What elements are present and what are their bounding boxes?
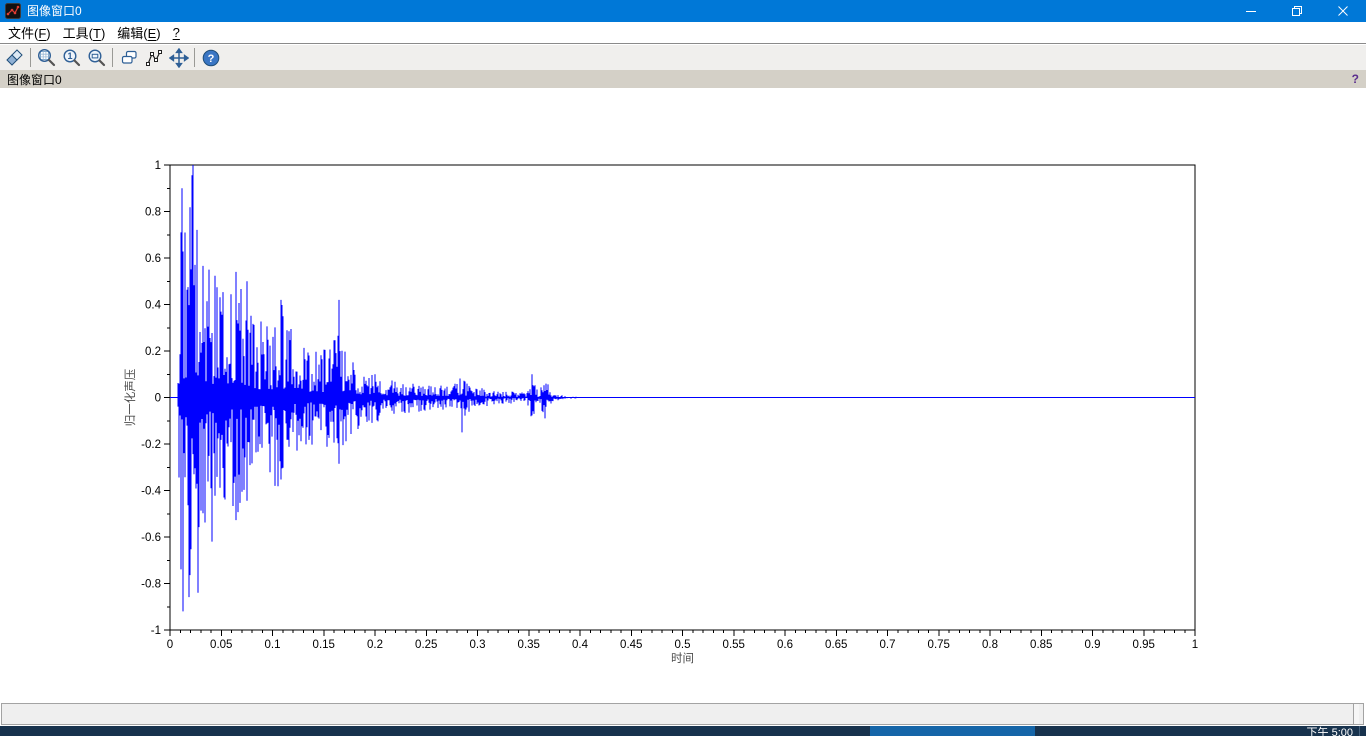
menu-item-tools[interactable]: 工具(T) [57,21,112,44]
taskbar-active-app-button[interactable] [870,726,1035,736]
x-tick-label: 0.5 [675,639,691,651]
svg-text:1: 1 [67,51,72,61]
x-tick-label: 0.2 [367,639,383,651]
menu-item-file[interactable]: 文件(F) [2,21,57,44]
menu-item-edit[interactable]: 编辑(E) [111,21,166,44]
title-bar: 图像窗口0 [0,0,1366,22]
copy-button[interactable] [116,46,141,69]
info-bar-label: 图像窗口0 [7,72,62,87]
waveform-plot[interactable]: 0 0.05 0.1 0.15 0.2 0.25 0.3 0.35 0.4 0.45 0.5 0.55… [0,88,1366,703]
restore-button[interactable] [1274,0,1320,22]
zoom-out-button[interactable] [84,46,109,69]
minimize-button[interactable] [1228,0,1274,22]
zoom-area-button[interactable] [34,46,59,69]
x-axis-label: 时间 [671,652,694,665]
info-bar: 图像窗口0 ? [0,70,1366,88]
x-tick-label: 0.9 [1085,639,1101,651]
x-tick-label: 1 [1192,639,1198,651]
y-axis-label: 归一化声压 [123,369,137,427]
ged-button[interactable] [141,46,166,69]
toolbar-separator [194,48,195,67]
y-tick-label: 0.8 [145,207,161,219]
menu-bar: 文件(F) 工具(T) 编辑(E)? [0,22,1366,44]
scilab-graph-icon [5,3,21,19]
windows-taskbar: 下午 5:00 [0,726,1366,736]
y-tick-label: 0.2 [145,346,161,358]
x-tick-label: 0.4 [572,639,589,651]
plot-area: 0 0.05 0.1 0.15 0.2 0.25 0.3 0.35 0.4 0.45 0.5 0.55… [0,88,1366,703]
x-tick-label: 0.65 [825,639,847,651]
y-tick-label: -1 [151,625,161,637]
x-tick-label: 0.15 [313,639,335,651]
x-tick-label: 0.3 [470,639,486,651]
x-tick-label: 0.6 [777,639,793,651]
x-tick-label: 0.85 [1030,639,1052,651]
x-tick-label: 0 [167,639,173,651]
toolbar-separator [112,48,113,67]
resize-grip[interactable] [1353,704,1359,724]
help-button[interactable]: ? [198,46,223,69]
status-bar [1,703,1364,725]
y-tick-label: 0.6 [145,253,161,265]
x-tick-label: 0.8 [982,639,998,651]
x-tick-label: 0.05 [210,639,232,651]
taskbar-separator [1359,726,1360,736]
y-tick-label: 0.4 [145,300,162,312]
y-tick-label: -0.4 [141,486,161,498]
y-tick-label: 0 [155,393,161,405]
y-tick-label: -0.2 [141,439,161,451]
y-tick-label: 1 [155,160,161,172]
pan-button[interactable] [166,46,191,69]
x-tick-label: 0.1 [265,639,281,651]
svg-text:?: ? [207,53,214,65]
x-tick-label: 0.25 [415,639,437,651]
original-view-button[interactable]: 1 [59,46,84,69]
toolbar: 1? [0,45,1366,70]
x-tick-label: 0.35 [518,639,540,651]
rotate-button[interactable] [2,46,27,69]
toolbar-separator [30,48,31,67]
x-tick-label: 0.45 [620,639,642,651]
menu-item-help[interactable]: ? [167,23,186,42]
close-button[interactable] [1320,0,1366,22]
window-controls [1228,0,1366,22]
y-tick-label: -0.6 [141,532,161,544]
x-tick-label: 0.75 [928,639,950,651]
info-help-icon[interactable]: ? [1352,72,1359,86]
taskbar-clock[interactable]: 下午 5:00 [1307,727,1353,736]
window-title: 图像窗口0 [27,4,82,18]
x-tick-label: 0.55 [723,639,745,651]
waveform-trace [177,165,577,612]
x-tick-label: 0.7 [880,639,896,651]
y-tick-label: -0.8 [141,579,161,591]
x-tick-label: 0.95 [1133,639,1155,651]
